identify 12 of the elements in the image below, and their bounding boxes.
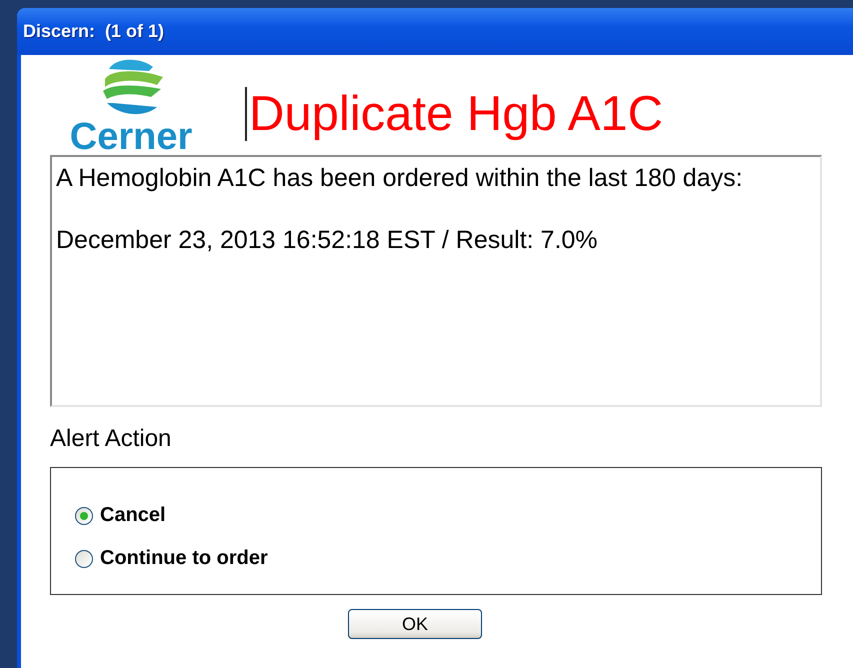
ok-button[interactable]: OK [348,609,482,639]
text-cursor [245,87,247,141]
radio-label[interactable]: Continue to order [100,547,268,570]
radio-label[interactable]: Cancel [100,504,166,527]
radio-button[interactable] [75,506,93,524]
message-text: A Hemoglobin A1C has been ordered within the last 180 days: [56,163,744,194]
alert-heading: Duplicate Hgb A1C [249,87,664,141]
radio-button[interactable] [75,550,93,568]
section-label: Alert Action [50,425,172,454]
message-text: December 23, 2013 16:52:18 EST / Result: 7.0% [56,225,599,256]
logo-text: Cerner [70,119,192,155]
window-title: Discern: (1 of 1) [23,21,164,42]
